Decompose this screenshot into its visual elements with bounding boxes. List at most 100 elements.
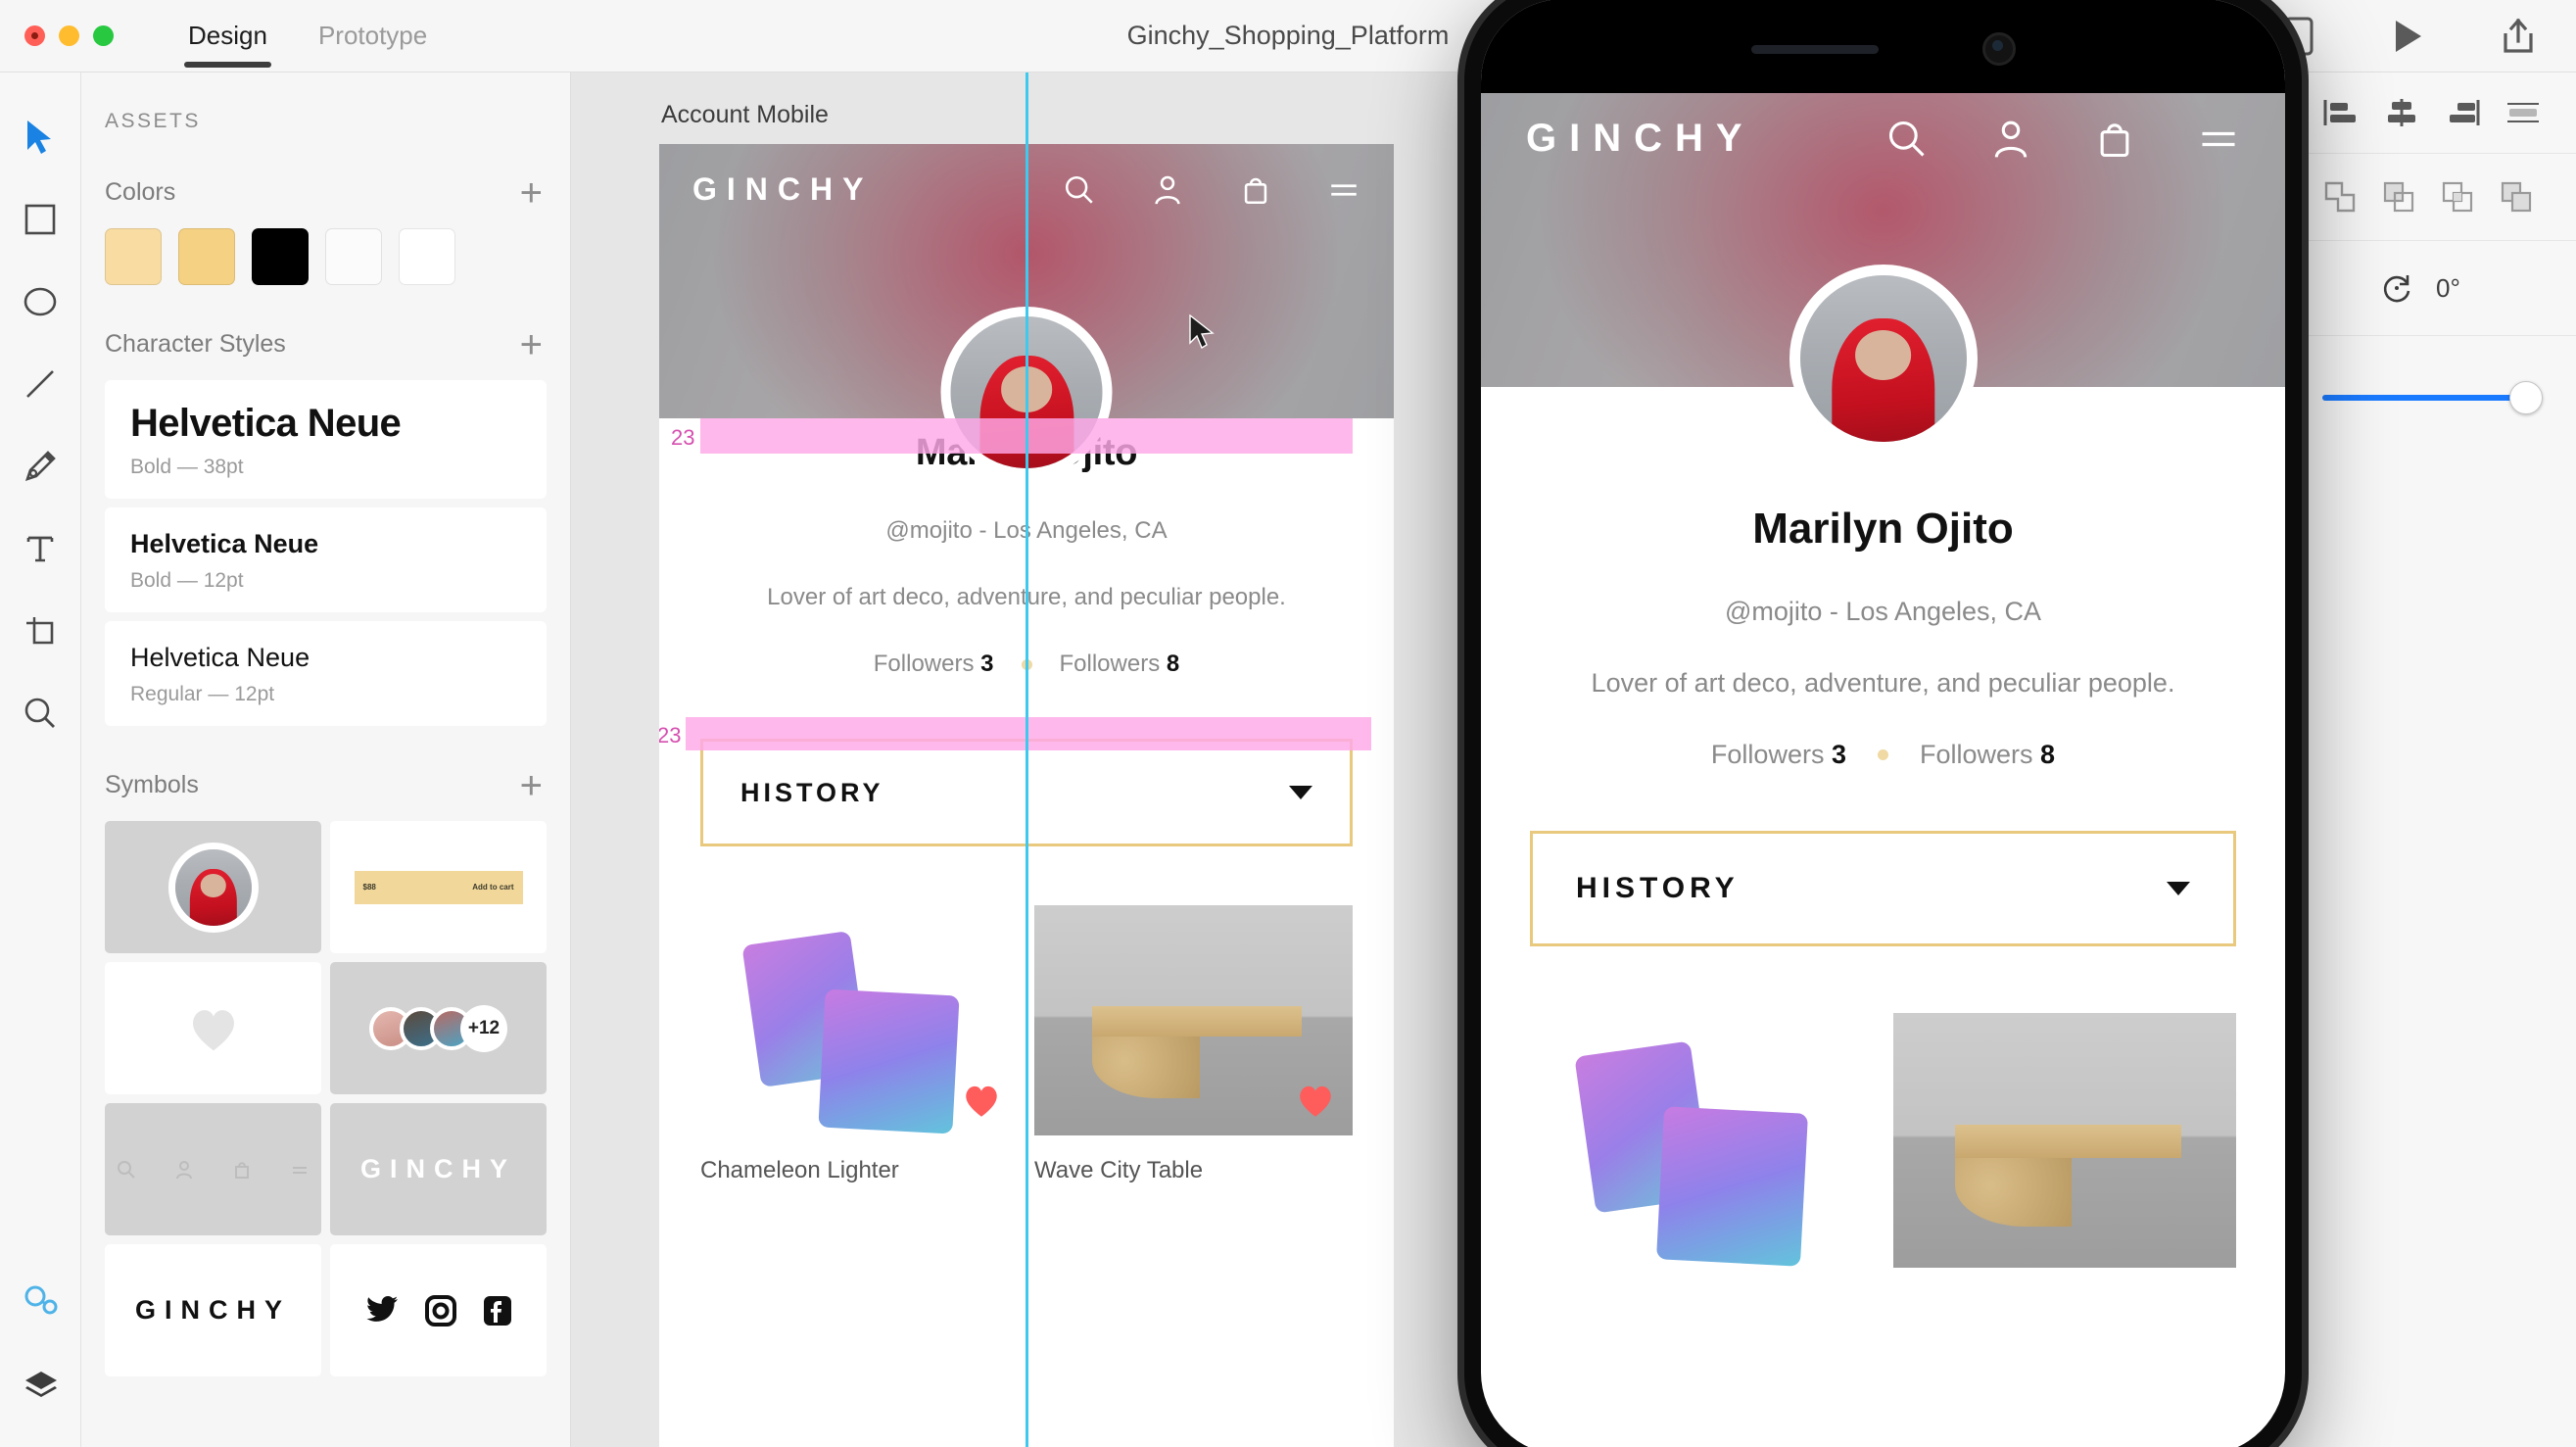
slider-fill [2322,395,2537,401]
history-dropdown[interactable]: HISTORY [1530,831,2236,946]
heart-icon[interactable] [962,1083,1001,1118]
product-card[interactable] [1530,1013,1874,1268]
assets-panel-title: ASSETS [105,110,201,132]
artboard-tool[interactable] [15,605,66,656]
account-icon[interactable] [1151,173,1184,207]
avatar [1789,265,1978,453]
product-card[interactable]: Chameleon Lighter [700,905,1019,1184]
text-tool[interactable] [15,523,66,574]
stat-separator-dot [1878,749,1888,760]
select-tool[interactable] [15,112,66,163]
rotation-value[interactable]: 0° [2436,273,2460,304]
color-swatches [105,228,570,285]
slider-track[interactable] [2322,381,2543,414]
device-mockup: GINCHY Marilyn Ojito @mojito - Los Angel… [1464,0,2302,1447]
union-icon[interactable] [2322,179,2358,215]
stat-followers-1: Followers 3 [1711,740,1846,770]
rectangle-tool[interactable] [15,194,66,245]
design-app-window: Design Prototype Ginchy_Shopping_Platfor… [0,0,2576,1447]
bag-icon[interactable] [1239,173,1272,207]
product-card[interactable] [1892,1013,2236,1268]
ellipse-tool[interactable] [15,276,66,327]
maximize-button[interactable] [93,25,114,46]
color-swatch[interactable] [325,228,382,285]
pen-tool[interactable] [15,441,66,492]
rotate-icon[interactable] [2379,270,2414,306]
opacity-slider[interactable] [2264,336,2576,414]
assets-panel: ASSETS Colors + Character Styles + Helve… [81,72,571,1447]
product-card[interactable]: Wave City Table [1034,905,1353,1184]
bag-icon[interactable] [2093,118,2136,161]
align-tools-row [2264,72,2576,154]
color-swatch[interactable] [252,228,309,285]
align-left-icon[interactable] [2322,98,2360,127]
avatar-stack-symbol[interactable]: +12 [330,962,547,1094]
search-icon[interactable] [1063,173,1096,207]
stat-value: 8 [2040,740,2056,769]
artboard-label[interactable]: Account Mobile [661,101,829,129]
account-icon [176,1160,192,1179]
color-swatch[interactable] [399,228,455,285]
artboard-nav-icons [1063,173,1360,207]
distribute-icon[interactable] [2504,98,2542,127]
add-color-button[interactable]: + [520,173,543,213]
magnifier-icon[interactable] [15,688,66,739]
slider-knob[interactable] [2509,381,2543,414]
cart-bar: $88 Add to cart [354,870,523,904]
spacing-marker-middle: 23 [659,723,682,748]
stat-followers-2: Followers 8 [1060,651,1180,678]
chevron-down-icon[interactable] [2167,882,2190,895]
difference-icon[interactable] [2499,179,2534,215]
line-tool[interactable] [15,359,66,410]
add-character-style-button[interactable]: + [520,325,543,364]
character-style-item[interactable]: Helvetica Neue Bold — 38pt [105,380,547,499]
account-icon[interactable] [1989,118,2032,161]
close-button[interactable] [24,25,45,46]
layers-icon[interactable] [16,1359,67,1410]
intersect-icon[interactable] [2440,179,2475,215]
logo-light-symbol[interactable]: GINCHY [330,1103,547,1235]
stat-label: Followers [1710,740,1825,769]
chevron-down-icon[interactable] [1289,786,1312,799]
menu-icon[interactable] [2197,118,2240,161]
favorite-heart-symbol[interactable] [105,962,321,1094]
tab-design[interactable]: Design [172,0,283,72]
nav-icons-row [117,1160,310,1180]
style-name: Helvetica Neue [130,529,319,558]
bag-icon [235,1161,249,1179]
menu-icon [293,1166,307,1174]
character-style-item[interactable]: Helvetica Neue Regular — 12pt [105,621,547,726]
component-link-icon[interactable] [16,1275,67,1326]
rotation-row: 0° [2264,241,2576,336]
subtract-icon[interactable] [2381,179,2416,215]
toolbar-bottom-tools [0,1275,81,1410]
character-style-item[interactable]: Helvetica Neue Bold — 12pt [105,507,547,612]
symbols-grid: $88 Add to cart +12 GINCHY GINCHY [105,821,547,1376]
menu-icon[interactable] [1327,173,1360,207]
play-icon[interactable] [2388,16,2429,57]
stat-followers-2: Followers 8 [1920,740,2055,770]
profile-stats: Followers 3 Followers 8 [1481,740,2285,770]
minimize-button[interactable] [59,25,79,46]
nav-icons-symbol[interactable] [105,1103,321,1235]
share-icon[interactable] [2498,16,2539,57]
character-styles-label: Character Styles [105,330,286,358]
device-screen[interactable]: GINCHY Marilyn Ojito @mojito - Los Angel… [1481,0,2285,1447]
search-icon[interactable] [1885,118,1929,161]
color-swatch[interactable] [105,228,162,285]
cart-cta: Add to cart [472,883,514,892]
style-meta: Bold — 12pt [130,569,244,592]
boolean-tools-row [2264,154,2576,241]
align-right-icon[interactable] [2444,98,2481,127]
add-to-cart-bar-symbol[interactable]: $88 Add to cart [330,821,547,953]
color-swatch[interactable] [178,228,235,285]
avatar-symbol[interactable] [105,821,321,953]
product-image [1034,905,1353,1135]
social-icons-symbol[interactable] [330,1244,547,1376]
logo-dark-symbol[interactable]: GINCHY [105,1244,321,1376]
add-symbol-button[interactable]: + [520,766,543,805]
mode-tabs: Design Prototype [172,0,443,72]
heart-icon[interactable] [1296,1083,1335,1118]
align-center-vertical-icon[interactable] [2383,98,2420,127]
tab-prototype[interactable]: Prototype [303,0,443,72]
